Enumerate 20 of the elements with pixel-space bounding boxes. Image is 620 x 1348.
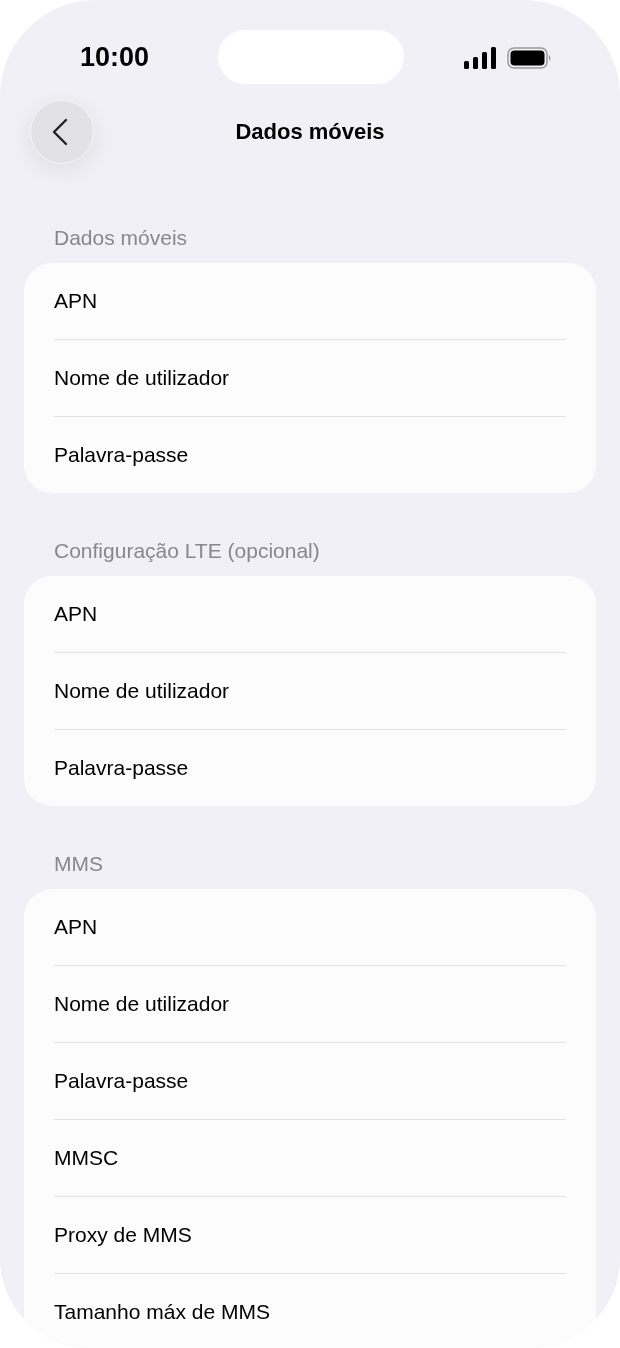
settings-row[interactable]: APN (54, 263, 566, 339)
settings-row[interactable]: APN (54, 576, 566, 652)
section-header: Dados móveis (53, 225, 188, 251)
settings-row[interactable]: Palavra-passe (54, 417, 566, 493)
chevron-left-icon (52, 118, 68, 146)
settings-row[interactable]: Nome de utilizador (54, 340, 566, 416)
screen-title: Dados móveis (235, 119, 385, 145)
settings-row[interactable]: MMSC (54, 1120, 566, 1196)
settings-row[interactable]: Tamanho máx de MMS (54, 1274, 566, 1348)
status-time: 10:00 (80, 42, 150, 73)
signal-icon (464, 47, 496, 69)
settings-row[interactable]: Palavra-passe (54, 730, 566, 806)
settings-row[interactable]: Nome de utilizador (54, 653, 566, 729)
settings-row[interactable]: Palavra-passe (54, 1043, 566, 1119)
settings-row[interactable]: Nome de utilizador (54, 966, 566, 1042)
section-header: Configuração LTE (opcional) (53, 538, 320, 564)
settings-row[interactable]: Proxy de MMS (54, 1197, 566, 1273)
section-header: MMS (53, 851, 103, 877)
battery-icon (507, 47, 552, 69)
settings-row[interactable]: APN (54, 889, 566, 965)
